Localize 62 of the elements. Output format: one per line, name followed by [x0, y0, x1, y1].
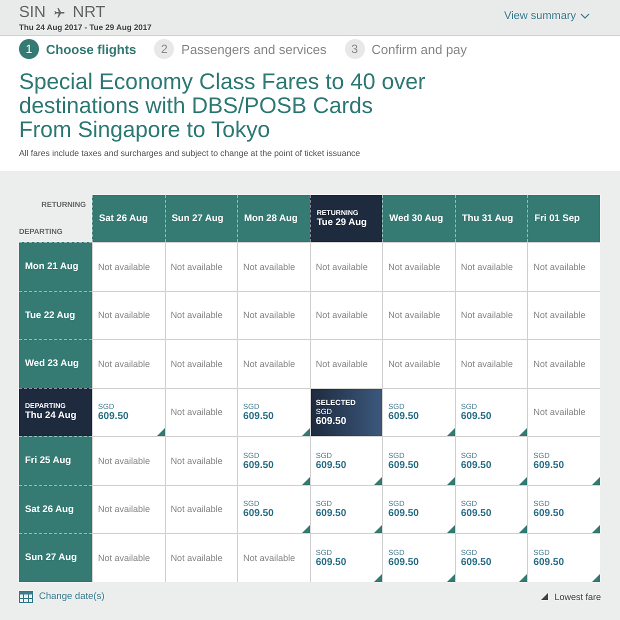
unavailable-text: Not available	[98, 552, 152, 563]
trip-dates: Thu 24 Aug 2017 - Tue 29 Aug 2017	[19, 23, 152, 32]
legend-label: Lowest fare	[554, 592, 601, 602]
unavailable-text: Not available	[533, 262, 586, 272]
unavailable-text: Not available	[170, 407, 224, 418]
view-summary-link[interactable]: View summary	[504, 10, 590, 22]
unavailable-text: Not available	[98, 456, 152, 466]
departure-date-header[interactable]: Fri 25 Aug	[19, 436, 92, 484]
unavailable-text: Not available	[98, 358, 152, 369]
step-number: 1	[19, 39, 39, 59]
unavailable-text: Not available	[170, 262, 224, 272]
page-title: destinations with DBS/POSB Cards	[19, 94, 373, 118]
unavailable-text: Not available	[243, 358, 296, 369]
unavailable-text: Not available	[243, 262, 296, 272]
unavailable-text: Not available	[170, 358, 224, 369]
chevron-down-icon	[580, 13, 590, 19]
unavailable-text: Not available	[170, 552, 224, 563]
unavailable-text: Not available	[316, 358, 369, 369]
return-date-header[interactable]: Sat 26 Aug	[92, 195, 165, 242]
unavailable-text: Not available	[388, 310, 442, 320]
return-date-header[interactable]: Wed 30 Aug	[382, 195, 455, 242]
unavailable-text: Not available	[533, 407, 586, 418]
return-date-header[interactable]: Sun 27 Aug	[164, 195, 238, 242]
unavailable-text: Not available	[98, 504, 152, 514]
airplane-icon	[52, 7, 66, 19]
unavailable-text: Not available	[243, 552, 296, 563]
step-label: Confirm and pay	[372, 42, 467, 56]
departure-date-header[interactable]: Mon 21 Aug	[19, 242, 92, 290]
unavailable-text: Not available	[388, 358, 442, 369]
change-dates-link[interactable]: Change date(s)	[19, 590, 104, 602]
step-number: 2	[154, 39, 174, 59]
unavailable-text: Not available	[460, 310, 514, 320]
return-date-header[interactable]: Thu 31 Aug	[454, 195, 528, 242]
calendar-icon	[19, 590, 33, 602]
unavailable-text: Not available	[170, 456, 224, 466]
disclaimer: All fares include taxes and surcharges and subject to change at the point of ticket issuance	[19, 148, 362, 158]
departure-date-header[interactable]: Sun 27 Aug	[19, 533, 92, 582]
unavailable-text: Not available	[460, 358, 514, 369]
unavailable-text: Not available	[98, 310, 152, 320]
unavailable-text: Not available	[170, 310, 224, 320]
unavailable-text: Not available	[388, 262, 442, 272]
unavailable-text: Not available	[243, 310, 296, 320]
page-title: From Singapore to Tokyo	[19, 118, 270, 142]
departure-date-header[interactable]: Sat 26 Aug	[19, 484, 92, 533]
page-title: Special Economy Class Fares to 40 over	[19, 70, 426, 94]
step-label: Passengers and services	[181, 42, 327, 56]
departure-date-header[interactable]: Tue 22 Aug	[19, 290, 92, 339]
unavailable-text: Not available	[98, 262, 152, 272]
unavailable-text: Not available	[316, 310, 369, 320]
step-label: Choose flights	[46, 42, 136, 56]
return-date-header[interactable]: Fri 01 Sep	[527, 195, 600, 242]
unavailable-text: Not available	[533, 358, 586, 369]
unavailable-text: Not available	[460, 262, 514, 272]
unavailable-text: Not available	[170, 504, 224, 514]
departure-date-header[interactable]: Wed 23 Aug	[19, 339, 92, 388]
step-number: 3	[344, 39, 365, 59]
unavailable-text: Not available	[533, 310, 586, 320]
origin-code: SIN	[19, 4, 46, 22]
return-date-header[interactable]: Mon 28 Aug	[237, 195, 310, 242]
unavailable-text: Not available	[316, 262, 369, 272]
destination-code: NRT	[72, 4, 106, 22]
lowest-fare-icon	[541, 593, 548, 600]
